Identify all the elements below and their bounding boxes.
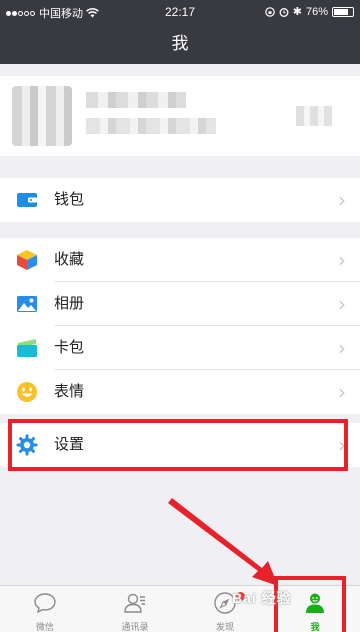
cube-icon [17,250,37,270]
watermark: Bai 经验 [232,590,292,606]
photo-icon [17,296,37,312]
chevron-right-icon: › [338,188,346,212]
menu-cards[interactable]: 卡包 › [0,326,360,370]
qr-code-icon [296,106,332,126]
menu-cards-label: 卡包 [54,339,85,356]
menu-favorites-label: 收藏 [54,251,85,268]
tab-chats-label: 微信 [35,622,54,632]
annotation-highlight-settings [8,419,348,471]
menu-favorites[interactable]: 收藏 › [0,238,360,282]
nav-title: 我 [0,24,360,64]
menu-album[interactable]: 相册 › [0,282,360,326]
contacts-icon [124,593,145,613]
tab-chats[interactable]: 微信 [0,586,90,632]
chevron-right-icon: › [338,292,346,316]
wallet-icon [17,193,37,207]
tab-contacts[interactable]: 通讯录 [90,586,180,632]
bluetooth-icon: ✱ [292,5,302,18]
chevron-right-icon: › [338,380,346,404]
chevron-right-icon: › [338,248,346,272]
menu-album-label: 相册 [54,295,85,312]
menu-wallet[interactable]: 钱包 › [0,178,360,222]
chevron-right-icon: › [338,336,346,360]
alarm-icon [279,7,289,17]
chat-bubble-icon [34,593,56,614]
battery-percent: 76% [305,5,328,18]
tab-contacts-label: 通讯录 [121,622,149,632]
profile-name-blurred [86,92,186,108]
avatar [12,86,72,146]
status-bar: 中国移动 22:17 ✱ 76% [0,0,360,24]
status-right: ✱ 76% [264,5,354,18]
card-pack-icon [17,339,37,357]
menu-stickers[interactable]: 表情 › [0,370,360,414]
menu-wallet-label: 钱包 [54,191,85,208]
lock-rotation-icon [264,6,275,17]
smiley-icon [17,382,37,402]
menu-stickers-label: 表情 [54,383,85,400]
battery-icon [332,6,354,17]
profile-id-blurred [86,118,216,134]
tab-discover-label: 发现 [215,622,234,632]
profile-card[interactable] [0,76,360,156]
